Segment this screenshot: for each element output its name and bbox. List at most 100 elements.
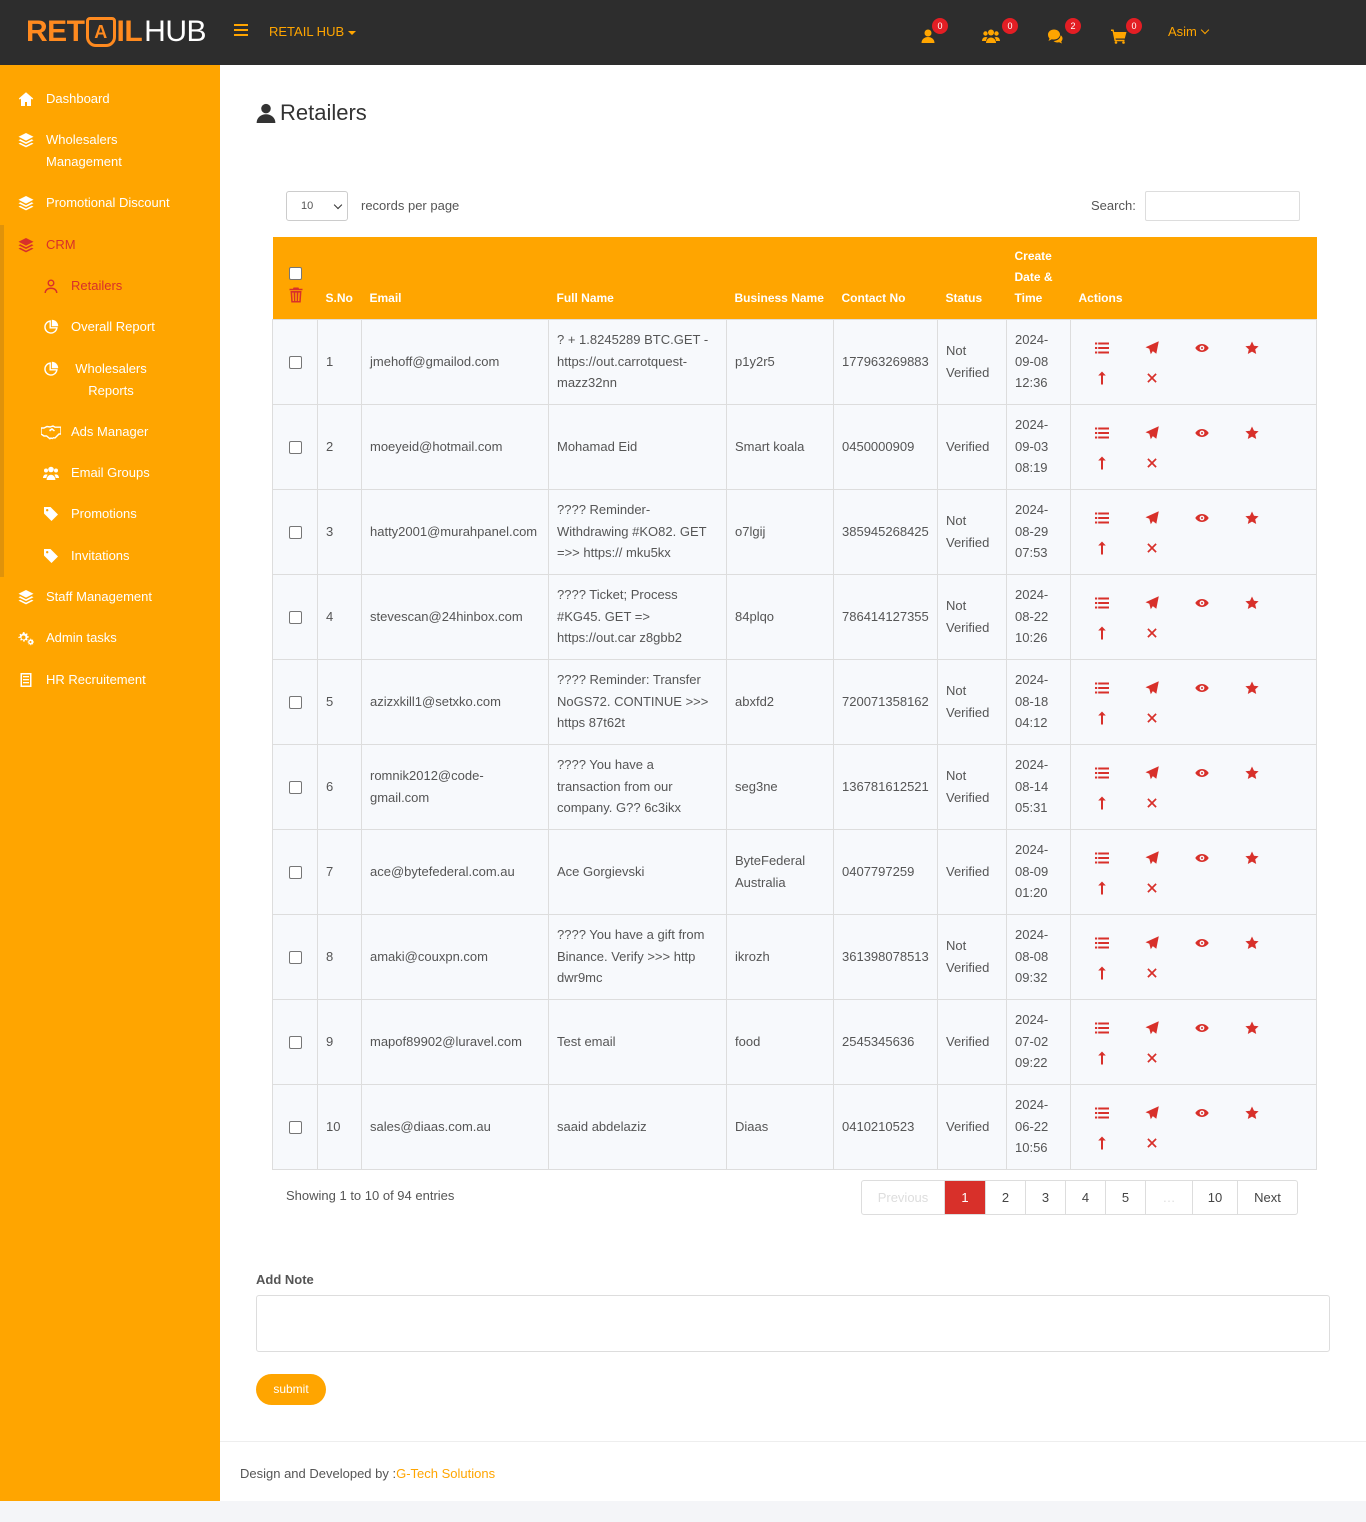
header-email[interactable]: Email	[361, 237, 549, 319]
view-details-button[interactable]	[1095, 935, 1109, 953]
promote-button[interactable]	[1095, 370, 1109, 388]
favorite-button[interactable]	[1245, 680, 1259, 698]
pagination-page-button[interactable]: 3	[1026, 1181, 1066, 1214]
add-note-textarea[interactable]	[256, 1295, 1330, 1352]
delete-button[interactable]	[1145, 710, 1159, 728]
favorite-button[interactable]	[1245, 1105, 1259, 1123]
view-button[interactable]	[1195, 340, 1209, 358]
favorite-button[interactable]	[1245, 425, 1259, 443]
send-message-button[interactable]	[1145, 765, 1159, 783]
sidebar-item-overall-report[interactable]: Overall Report	[0, 316, 220, 338]
view-button[interactable]	[1195, 680, 1209, 698]
view-details-button[interactable]	[1095, 680, 1109, 698]
promote-button[interactable]	[1095, 625, 1109, 643]
sidebar-item-staff-management[interactable]: Staff Management	[0, 586, 220, 608]
bulk-delete-button[interactable]	[289, 287, 303, 306]
sidebar-item-retailers[interactable]: Retailers	[0, 275, 220, 297]
row-checkbox[interactable]	[289, 525, 302, 539]
view-details-button[interactable]	[1095, 510, 1109, 528]
send-message-button[interactable]	[1145, 935, 1159, 953]
favorite-button[interactable]	[1245, 510, 1259, 528]
promote-button[interactable]	[1095, 710, 1109, 728]
sidebar-item-email-groups[interactable]: Email Groups	[0, 462, 220, 484]
footer-developer-link[interactable]: G-Tech Solutions	[396, 1466, 495, 1481]
favorite-button[interactable]	[1245, 1020, 1259, 1038]
row-checkbox[interactable]	[289, 1035, 302, 1049]
view-details-button[interactable]	[1095, 850, 1109, 868]
retail-hub-logo[interactable]: RET A IL HUB	[26, 12, 207, 52]
delete-button[interactable]	[1145, 880, 1159, 898]
row-checkbox[interactable]	[289, 610, 302, 624]
row-checkbox[interactable]	[289, 950, 302, 964]
header-full-name[interactable]: Full Name	[548, 237, 727, 319]
sidebar-item-invitations[interactable]: Invitations	[0, 545, 220, 567]
header-business-name[interactable]: Business Name	[726, 237, 834, 319]
send-message-button[interactable]	[1145, 1105, 1159, 1123]
sidebar-item-crm[interactable]: CRM	[0, 234, 220, 256]
row-checkbox[interactable]	[289, 865, 302, 879]
view-button[interactable]	[1195, 1020, 1209, 1038]
sidebar-item-hr-recruitement[interactable]: HR Recruitement	[0, 669, 220, 691]
delete-button[interactable]	[1145, 965, 1159, 983]
promote-button[interactable]	[1095, 965, 1109, 983]
row-checkbox[interactable]	[289, 355, 302, 369]
row-checkbox[interactable]	[289, 780, 302, 794]
view-button[interactable]	[1195, 1105, 1209, 1123]
pagination-page-button[interactable]: 4	[1066, 1181, 1106, 1214]
submit-button[interactable]: submit	[256, 1374, 326, 1405]
header-status[interactable]: Status	[937, 237, 1007, 319]
send-message-button[interactable]	[1145, 425, 1159, 443]
cart-button[interactable]: 0	[1111, 18, 1142, 44]
pagination-next-button[interactable]: Next	[1238, 1181, 1297, 1214]
favorite-button[interactable]	[1245, 340, 1259, 358]
promote-button[interactable]	[1095, 540, 1109, 558]
view-button[interactable]	[1195, 850, 1209, 868]
view-details-button[interactable]	[1095, 340, 1109, 358]
view-button[interactable]	[1195, 510, 1209, 528]
favorite-button[interactable]	[1245, 595, 1259, 613]
view-button[interactable]	[1195, 935, 1209, 953]
promote-button[interactable]	[1095, 1135, 1109, 1153]
promote-button[interactable]	[1095, 880, 1109, 898]
pagination-page-button[interactable]: 2	[986, 1181, 1026, 1214]
pagination-page-button[interactable]: 5	[1106, 1181, 1146, 1214]
sidebar-item-wholesalers-reports[interactable]: Wholesalers Reports	[0, 358, 220, 402]
header-create-date[interactable]: Create Date & Time	[1006, 237, 1071, 319]
notification-user-button[interactable]: 0	[920, 18, 948, 44]
delete-button[interactable]	[1145, 625, 1159, 643]
send-message-button[interactable]	[1145, 850, 1159, 868]
sidebar-item-promotional-discount[interactable]: Promotional Discount	[0, 192, 220, 214]
sidebar-item-dashboard[interactable]: Dashboard	[0, 88, 220, 110]
records-per-page-select[interactable]: 10	[286, 191, 348, 221]
messages-button[interactable]: 2	[1047, 18, 1081, 44]
view-details-button[interactable]	[1095, 425, 1109, 443]
favorite-button[interactable]	[1245, 765, 1259, 783]
delete-button[interactable]	[1145, 1050, 1159, 1068]
pagination-page-button[interactable]: 1	[945, 1181, 986, 1214]
view-details-button[interactable]	[1095, 765, 1109, 783]
favorite-button[interactable]	[1245, 935, 1259, 953]
sidebar-item-wholesalers-management[interactable]: Wholesalers Management	[0, 129, 220, 173]
send-message-button[interactable]	[1145, 340, 1159, 358]
view-details-button[interactable]	[1095, 595, 1109, 613]
promote-button[interactable]	[1095, 455, 1109, 473]
favorite-button[interactable]	[1245, 850, 1259, 868]
row-checkbox[interactable]	[289, 1120, 302, 1134]
pagination-previous-button[interactable]: Previous	[862, 1181, 945, 1214]
sidebar-item-ads-manager[interactable]: Ads Manager	[0, 421, 220, 443]
row-checkbox[interactable]	[289, 695, 302, 709]
send-message-button[interactable]	[1145, 1020, 1159, 1038]
delete-button[interactable]	[1145, 455, 1159, 473]
header-sno[interactable]: S.No	[317, 237, 362, 319]
send-message-button[interactable]	[1145, 595, 1159, 613]
view-details-button[interactable]	[1095, 1105, 1109, 1123]
send-message-button[interactable]	[1145, 510, 1159, 528]
search-input[interactable]	[1145, 191, 1300, 221]
delete-button[interactable]	[1145, 370, 1159, 388]
hamburger-menu-icon[interactable]	[234, 24, 248, 36]
user-account-dropdown[interactable]: Asim	[1168, 24, 1210, 39]
row-checkbox[interactable]	[289, 440, 302, 454]
promote-button[interactable]	[1095, 795, 1109, 813]
retail-hub-dropdown[interactable]: RETAIL HUB	[269, 24, 357, 39]
view-details-button[interactable]	[1095, 1020, 1109, 1038]
